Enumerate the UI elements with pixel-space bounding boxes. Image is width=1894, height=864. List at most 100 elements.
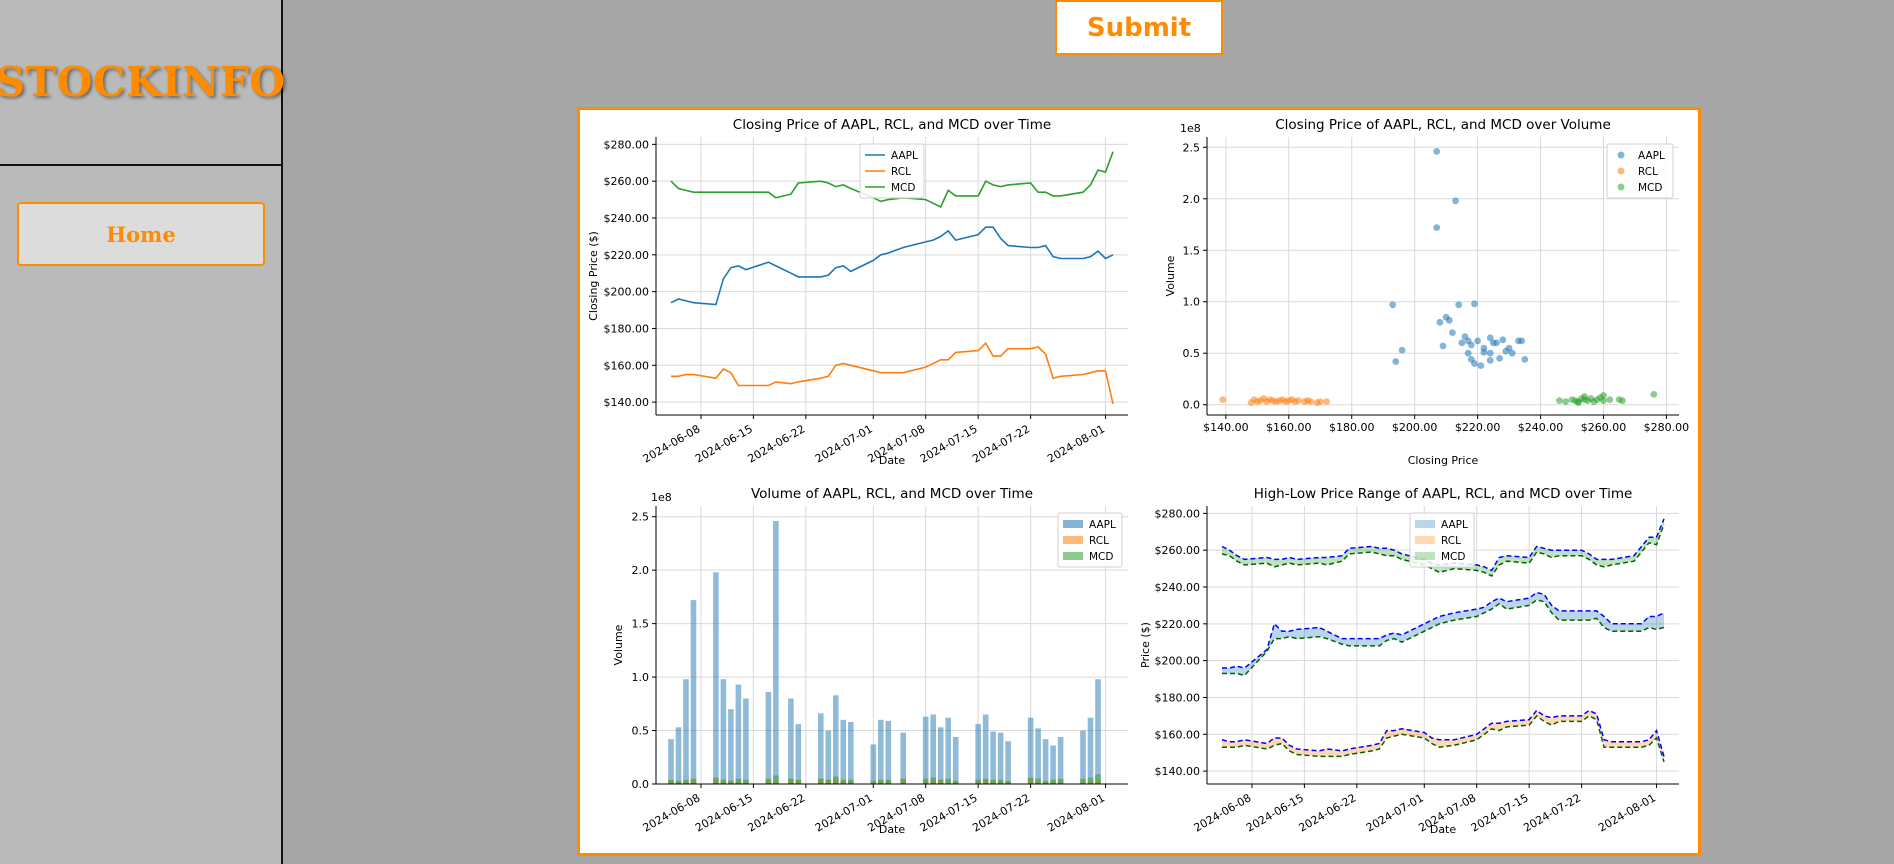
c3-bar-aapl	[952, 737, 959, 784]
c2-point-aapl	[1508, 349, 1516, 357]
c1-series-aapl	[670, 226, 1114, 306]
c4-ytick-label: $220.00	[1155, 618, 1201, 631]
c2-legend-swatch	[1617, 183, 1625, 191]
c4-ytick-label: $160.00	[1155, 728, 1201, 741]
c2-point-aapl	[1471, 300, 1478, 308]
c3-ytick-label: 0.0	[632, 778, 650, 791]
c3-bar-mcd	[818, 778, 824, 784]
c2-point-rcl	[1316, 398, 1324, 405]
submit-button-label: Submit	[1086, 12, 1192, 43]
c3-bar-mcd	[990, 779, 996, 784]
c3-bar-mcd	[743, 779, 749, 784]
c3-bar-aapl	[1027, 717, 1034, 784]
c2-point-aapl	[1489, 339, 1497, 347]
c2-point-rcl	[1294, 397, 1302, 404]
c3-bar-aapl	[870, 744, 877, 784]
c4-xtick-label: 2024-07-22	[1521, 791, 1583, 834]
c3-bar-mcd	[945, 778, 951, 784]
c2-point-aapl	[1480, 348, 1488, 356]
c2-xtick-label: $260.00	[1581, 421, 1627, 434]
c1-xtick-label: 2024-06-15	[693, 422, 755, 465]
c3-bar-mcd	[1057, 778, 1064, 784]
closing-price-line-chart: Closing Price of AAPL, RCL, and MCD over…	[587, 117, 1128, 467]
c3-bar-mcd	[765, 778, 772, 784]
c3-bar-mcd	[840, 779, 847, 784]
c3-bar-mcd	[900, 778, 906, 784]
c3-xtick-label: 2024-07-15	[918, 791, 980, 834]
c3-xtick-label: 2024-08-01	[1045, 791, 1107, 834]
c3-bar-aapl	[668, 739, 674, 784]
sidebar: STOCKINFO Home	[0, 0, 285, 864]
c2-point-aapl	[1499, 336, 1507, 344]
c1-xtick-label: 2024-07-22	[970, 422, 1032, 465]
c2-ytick-label: 1.5	[1183, 244, 1201, 257]
c4-ytick-label: $280.00	[1155, 507, 1201, 520]
c4-xtick-label: 2024-06-15	[1244, 791, 1306, 834]
c3-legend-swatch	[1063, 520, 1083, 528]
c3-bar-mcd	[885, 779, 892, 784]
c3-bar-aapl	[937, 727, 944, 784]
submit-button[interactable]: Submit	[1055, 0, 1223, 55]
c4-low-line-rcl	[1222, 714, 1665, 763]
c1-ytick-label: $280.00	[604, 138, 650, 151]
c3-bar-aapl	[878, 719, 884, 784]
c3-bar-mcd	[930, 777, 936, 784]
c3-ytick-label: 1.5	[632, 618, 650, 631]
c3-bar-mcd	[922, 778, 929, 784]
c2-point-mcd	[1562, 398, 1570, 405]
c2-point-aapl	[1502, 347, 1510, 355]
c3-bar-aapl	[997, 732, 1004, 784]
c4-band-aapl	[1222, 592, 1664, 676]
c3-bar-mcd	[1027, 777, 1034, 784]
c3-bar-mcd	[713, 777, 719, 784]
c3-ytick-label: 0.5	[632, 725, 650, 738]
c2-point-aapl	[1445, 316, 1453, 324]
c4-ytick-label: $180.00	[1155, 691, 1201, 704]
c2-offset-label: 1e8	[1180, 122, 1201, 135]
c3-bar-aapl	[1035, 728, 1041, 784]
c2-xlabel: Closing Price	[1408, 454, 1479, 467]
c3-bar-mcd	[975, 779, 981, 784]
c3-bar-aapl	[945, 717, 951, 784]
c2-legend-label: RCL	[1638, 166, 1658, 178]
c2-point-aapl	[1486, 349, 1494, 357]
c2-legend-label: AAPL	[1638, 150, 1665, 162]
c2-point-aapl	[1433, 224, 1441, 231]
c1-ylabel: Closing Price ($)	[587, 231, 600, 321]
c2-xtick-label: $160.00	[1266, 421, 1312, 434]
c3-bar-mcd	[683, 779, 689, 784]
c2-point-aapl	[1458, 339, 1466, 347]
c3-offset-label: 1e8	[651, 491, 672, 504]
home-button-label: Home	[106, 221, 176, 247]
c3-ytick-label: 2.5	[632, 511, 650, 524]
c3-xtick-label: 2024-06-22	[745, 791, 807, 834]
home-button[interactable]: Home	[17, 202, 265, 266]
c2-point-rcl	[1307, 398, 1315, 405]
c3-bar-aapl	[990, 731, 996, 784]
c4-ytick-label: $140.00	[1155, 765, 1201, 778]
c3-bar-aapl	[735, 684, 742, 784]
c2-point-mcd	[1556, 397, 1563, 404]
c3-bar-mcd	[735, 778, 742, 784]
c3-bar-aapl	[1095, 679, 1101, 784]
c1-series-rcl	[671, 341, 1114, 405]
c3-bar-aapl	[1057, 737, 1064, 784]
c2-point-aapl	[1449, 329, 1456, 336]
c2-point-aapl	[1521, 356, 1529, 363]
c1-xtick-label: 2024-06-08	[641, 422, 703, 465]
c4-high-line-aapl	[1222, 591, 1665, 669]
c3-bar-mcd	[1035, 778, 1041, 784]
c3-bar-aapl	[833, 695, 839, 784]
c3-bar-mcd	[833, 776, 839, 784]
c2-legend-swatch	[1617, 167, 1625, 175]
c2-point-aapl	[1433, 148, 1441, 155]
c3-bar-aapl	[713, 572, 719, 784]
c3-xtick-label: 2024-07-01	[813, 791, 875, 834]
c1-ytick-label: $200.00	[604, 286, 650, 299]
c3-bar-aapl	[930, 714, 936, 784]
c2-point-aapl	[1477, 362, 1485, 369]
c2-point-mcd	[1650, 391, 1658, 398]
c3-bar-aapl	[1042, 739, 1049, 784]
c3-legend-swatch	[1063, 536, 1083, 544]
c2-point-mcd	[1600, 392, 1607, 399]
